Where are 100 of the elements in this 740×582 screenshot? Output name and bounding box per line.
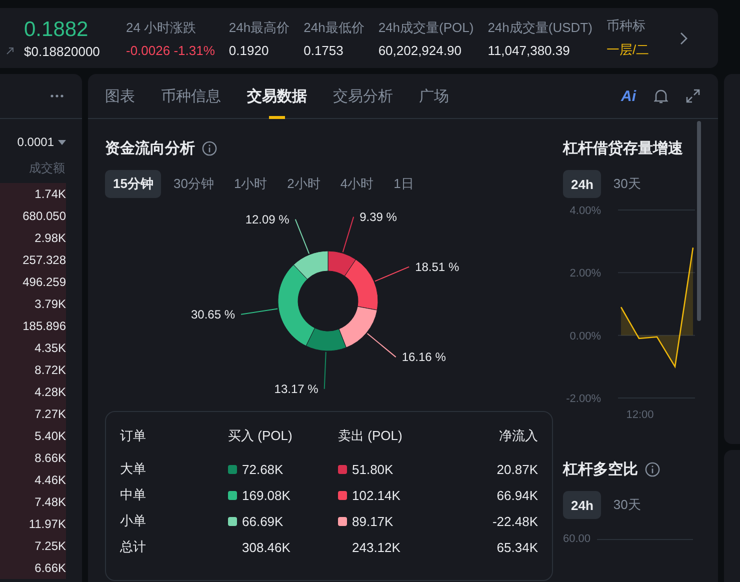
axis-label: -2.00% [566, 393, 601, 405]
tick-size[interactable]: 0.0001 [17, 135, 54, 149]
leader-line [374, 266, 410, 282]
percent-label: 9.39 % [360, 210, 397, 224]
bell-icon[interactable] [654, 88, 668, 104]
range-tab[interactable]: 30天 [605, 491, 649, 519]
table-cell-text: 20.87K [496, 462, 538, 476]
percent-label: 12.09 % [245, 212, 290, 226]
column-header: 净流入 [498, 427, 538, 445]
expand-icon[interactable] [686, 89, 700, 103]
range-tab[interactable]: 1小时 [226, 170, 276, 198]
axis-label: 0.00% [570, 330, 601, 342]
leader-line [342, 216, 354, 253]
table-cell: 308.46K [242, 540, 290, 554]
order-book-row: 680.050 [0, 205, 66, 227]
stat-value: 60,202,924.90 [378, 42, 462, 58]
stat-label: 币种标 [606, 17, 646, 35]
tab[interactable]: 币种信息 [161, 74, 221, 118]
axis-label: 2.00% [570, 268, 601, 280]
row-label: 大单 [120, 460, 147, 478]
order-book-row: 2.98K [0, 227, 66, 249]
stat-value: -0.0026 -1.31% [126, 42, 215, 58]
order-book-row: 7.25K [0, 535, 66, 557]
percent-label: 30.65 % [190, 307, 236, 322]
order-book-row: 6.66K [0, 557, 66, 579]
stat-value: 0.1920 [228, 42, 270, 58]
leader-line [324, 351, 326, 390]
range-tab[interactable]: 4小时 [332, 170, 382, 198]
column-header: 卖出 (POL) [338, 427, 404, 445]
order-book-row: 11.97K [0, 513, 66, 535]
range-tab[interactable]: 30分钟 [165, 170, 222, 198]
more-icon[interactable] [50, 94, 64, 98]
range-tab[interactable]: 24h [563, 170, 602, 198]
section-title: 杠杆借贷存量增速 [563, 139, 683, 158]
row-label: 中单 [120, 486, 147, 504]
order-book-row: 4.46K [0, 469, 66, 491]
stat-label: 24h成交量(POL) [378, 18, 474, 36]
order-book-row: 1.74K [0, 183, 66, 205]
tab[interactable]: 交易数据 [247, 74, 307, 118]
ai-button[interactable]: Ai [621, 88, 636, 104]
leader-line [240, 308, 278, 315]
table-cell: 102.14K [352, 488, 400, 502]
row-label: 小单 [120, 512, 147, 530]
tab[interactable]: 交易分析 [333, 74, 393, 118]
stat-value: 11,047,380.39 [488, 42, 571, 58]
table-cell-text: -22.48K [491, 514, 538, 528]
section-title: 杠杆多空比 [563, 460, 638, 479]
range-tab[interactable]: 24h [563, 491, 602, 519]
axis-label: 12:00 [626, 409, 654, 421]
stat-value: 0.1753 [304, 42, 344, 58]
tab[interactable]: 广场 [419, 74, 449, 118]
axis-label: 60.00 [563, 533, 591, 545]
tab[interactable]: 图表 [105, 74, 135, 118]
column-header: 订单 [120, 427, 147, 445]
last-price: 0.1882 [24, 18, 90, 42]
range-tab[interactable]: 2小时 [279, 170, 328, 198]
column-header: 成交额 [28, 160, 66, 177]
arrow-icon[interactable] [6, 46, 14, 54]
table-cell: 243.12K [352, 540, 400, 554]
section-title: 资金流向分析 [105, 139, 195, 158]
column-header: 买入 (POL) [228, 427, 294, 445]
chevron-icon[interactable] [680, 32, 688, 44]
table-cell-text: 65.34K [496, 540, 538, 554]
range-tab[interactable]: 15分钟 [105, 170, 162, 198]
info-icon[interactable] [645, 462, 660, 477]
axis-label: 4.00% [570, 205, 601, 217]
scrollbar[interactable] [697, 121, 701, 321]
percent-label: 16.16 % [402, 350, 446, 364]
caret-icon[interactable] [58, 140, 66, 144]
order-book-row: 7.27K [0, 403, 66, 425]
leader-line [294, 218, 310, 254]
info-icon[interactable] [202, 141, 217, 156]
percent-label: 13.17 % [274, 382, 318, 396]
order-book-row: 8.72K [0, 359, 66, 381]
order-book-row: 5.40K [0, 425, 66, 447]
order-book-row: 3.79K [0, 293, 66, 315]
percent-label: 18.51 % [415, 260, 460, 274]
order-book-row: 257.328 [0, 249, 66, 271]
range-tab[interactable]: 30天 [605, 170, 649, 198]
row-label: 总计 [120, 538, 147, 556]
order-book-row: 7.48K [0, 491, 66, 513]
stat-label: 24h成交量(USDT) [488, 18, 592, 36]
table-cell: 72.68K [242, 462, 284, 476]
order-book-row: 496.259 [0, 271, 66, 293]
order-book-row: 8.66K [0, 447, 66, 469]
range-tab[interactable]: 1日 [386, 170, 422, 198]
stat-value: 一层/二 [606, 41, 650, 59]
table-cell: 51.80K [352, 462, 394, 476]
table-cell: 66.69K [242, 514, 284, 528]
stat-label: 24h最高价 [228, 18, 290, 36]
order-book-row: 185.896 [0, 315, 66, 337]
order-book-row: 4.28K [0, 381, 66, 403]
table-cell-text: 66.94K [496, 488, 538, 502]
order-book-row: 4.35K [0, 337, 66, 359]
table-cell: 169.08K [242, 488, 290, 502]
leader-line [366, 332, 396, 358]
table-cell: 89.17K [352, 514, 394, 528]
stat-label: 24 小时涨跌 [126, 18, 198, 36]
usd-price: $0.18820000 [24, 44, 100, 58]
stat-label: 24h最低价 [304, 18, 364, 36]
